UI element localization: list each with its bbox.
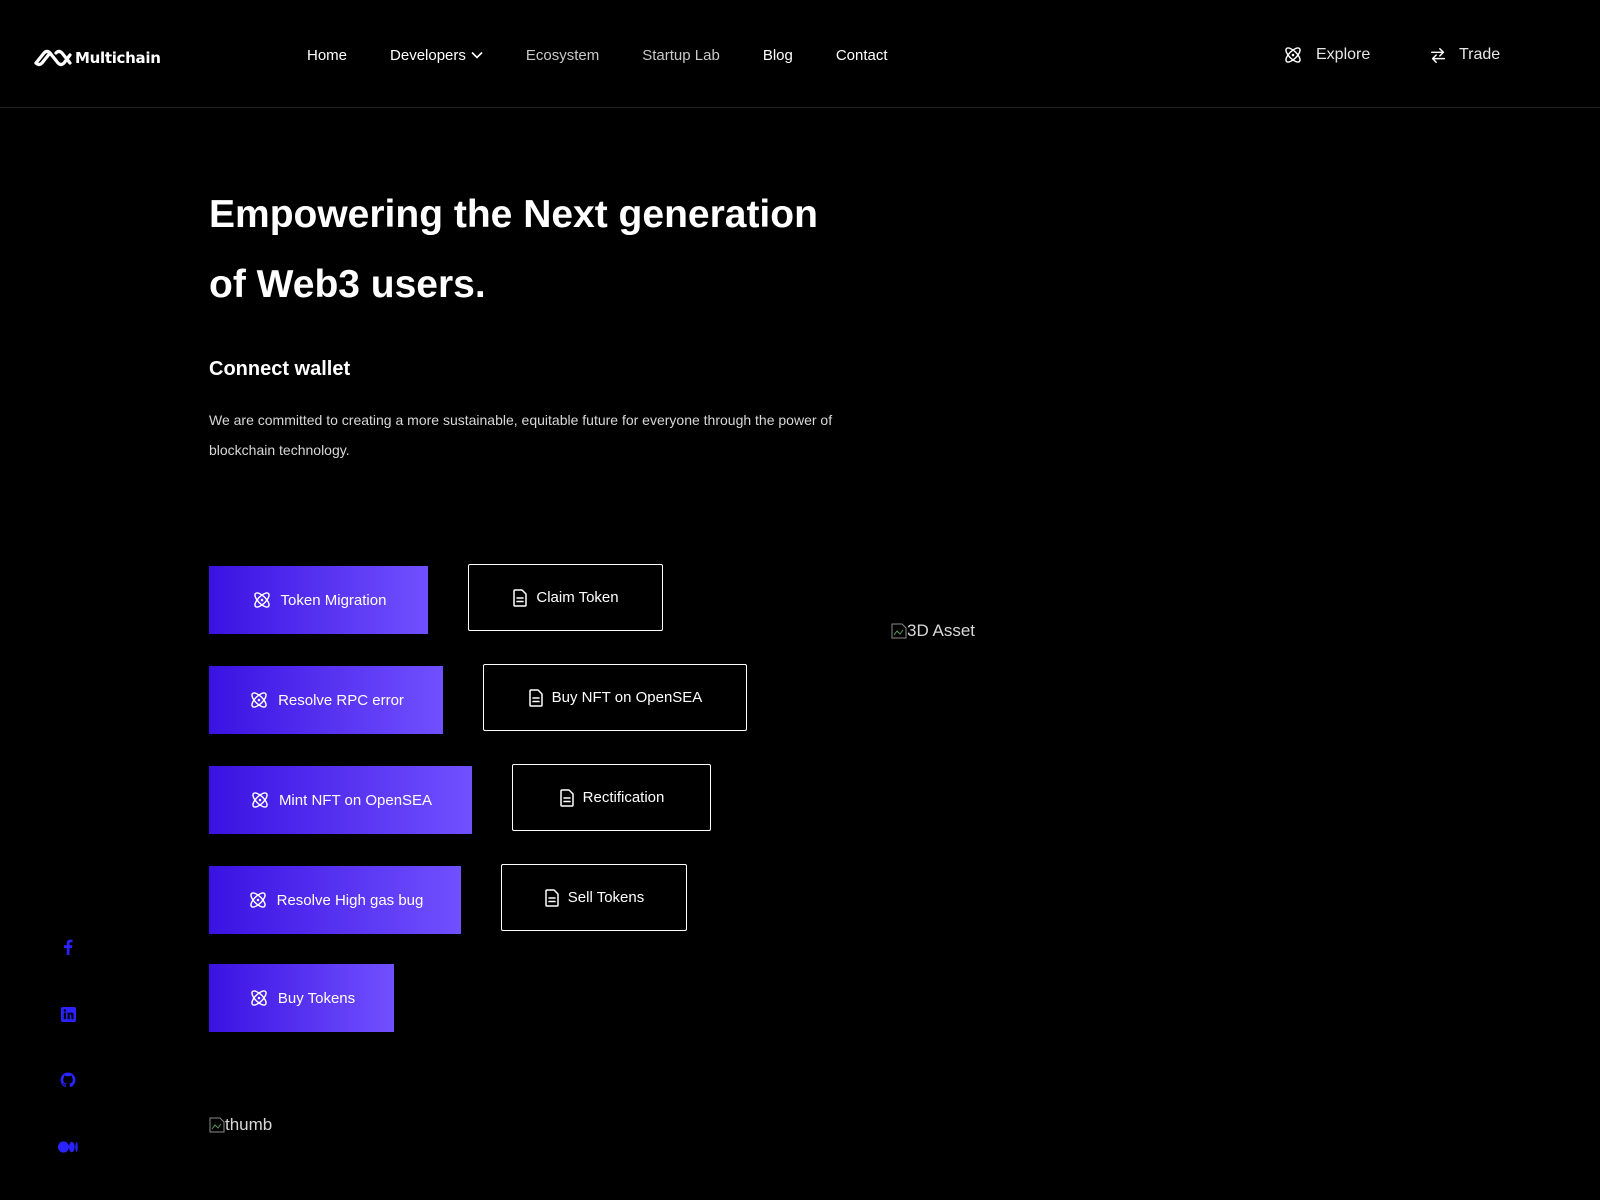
thumb-alt-text: thumb (225, 1115, 273, 1134)
mint-nft-button[interactable]: Mint NFT on OpenSEA (209, 766, 472, 834)
document-icon (559, 788, 574, 807)
github-icon (60, 1072, 76, 1088)
nav-contact-label: Contact (835, 46, 888, 64)
3d-asset-alt-text: 3D Asset (907, 621, 976, 640)
nav-developers[interactable]: Developers (390, 47, 483, 64)
claim-token-button[interactable]: Claim Token (468, 564, 663, 631)
atom-icon (252, 792, 268, 808)
medium-link[interactable] (56, 1135, 80, 1159)
explore-label: Explore (1316, 46, 1371, 63)
nav-contact[interactable]: Contact (836, 47, 888, 64)
nav-home-label: Home (307, 46, 348, 64)
nav-developers-label: Developers (390, 46, 466, 64)
linkedin-link[interactable] (56, 1002, 80, 1026)
atom-icon (251, 990, 267, 1006)
resolve-high-gas-button[interactable]: Resolve High gas bug (209, 866, 461, 934)
facebook-icon (64, 939, 73, 955)
hero-title: Empowering the Next generation of Web3 u… (209, 180, 909, 320)
document-icon (513, 588, 528, 607)
resolve-rpc-error-label: Resolve RPC error (278, 691, 404, 709)
nav-blog-label: Blog (762, 46, 793, 64)
facebook-link[interactable] (56, 935, 80, 959)
resolve-rpc-error-button[interactable]: Resolve RPC error (209, 666, 443, 734)
explore-link[interactable]: Explore (1282, 42, 1370, 68)
nav-startup-lab-label: Startup Lab (642, 46, 720, 64)
multichain-logo-icon (34, 49, 72, 67)
atom-icon (249, 892, 266, 908)
connect-wallet-heading: Connect wallet (209, 358, 351, 380)
trade-label: Trade (1459, 46, 1501, 63)
github-link[interactable] (56, 1068, 80, 1092)
document-icon (545, 888, 559, 907)
atom-icon (253, 592, 270, 608)
hero-title-line2: of Web3 users. (209, 263, 486, 306)
buy-tokens-label: Buy Tokens (277, 989, 356, 1007)
logo-link[interactable]: Multichain (33, 44, 161, 72)
nav-home[interactable]: Home (307, 47, 347, 64)
token-migration-label: Token Migration (280, 591, 387, 609)
sell-tokens-label: Sell Tokens (567, 889, 645, 906)
nav-startup-lab[interactable]: Startup Lab (642, 47, 720, 64)
claim-token-label: Claim Token (536, 589, 619, 606)
buy-tokens-button[interactable]: Buy Tokens (209, 964, 394, 1032)
3d-asset-image: 3D Asset (891, 621, 975, 641)
document-icon (528, 688, 543, 707)
chevron-down-icon (471, 51, 483, 59)
mint-nft-label: Mint NFT on OpenSEA (278, 791, 433, 809)
broken-image-icon (891, 623, 907, 639)
main-nav: Home Developers Ecosystem Startup Lab Bl… (307, 44, 888, 66)
resolve-high-gas-label: Resolve High gas bug (276, 891, 424, 909)
token-migration-button[interactable]: Token Migration (209, 566, 428, 634)
page: Multichain Home Developers Ecosystem Sta… (0, 0, 1600, 1200)
nav-ecosystem-label: Ecosystem (525, 46, 600, 64)
sell-tokens-button[interactable]: Sell Tokens (501, 864, 687, 931)
rectification-button[interactable]: Rectification (512, 764, 711, 831)
buy-nft-label: Buy NFT on OpenSEA (551, 689, 703, 706)
header: Multichain Home Developers Ecosystem Sta… (0, 0, 1600, 108)
swap-arrows-icon (1430, 47, 1446, 63)
atom-icon (1285, 47, 1301, 63)
atom-icon (251, 692, 267, 708)
hero-title-line1: Empowering the Next generation (209, 193, 818, 236)
buy-nft-button[interactable]: Buy NFT on OpenSEA (483, 664, 747, 731)
trade-link[interactable]: Trade (1429, 42, 1500, 68)
thumb-image: thumb (209, 1115, 272, 1135)
broken-image-icon (209, 1117, 225, 1133)
linkedin-icon (60, 1006, 76, 1022)
hero-description: We are committed to creating a more sust… (209, 412, 833, 458)
rectification-label: Rectification (582, 789, 665, 806)
nav-ecosystem[interactable]: Ecosystem (526, 47, 599, 64)
logo-text: Multichain (75, 49, 161, 67)
medium-icon (58, 1141, 78, 1153)
nav-blog[interactable]: Blog (763, 47, 793, 64)
